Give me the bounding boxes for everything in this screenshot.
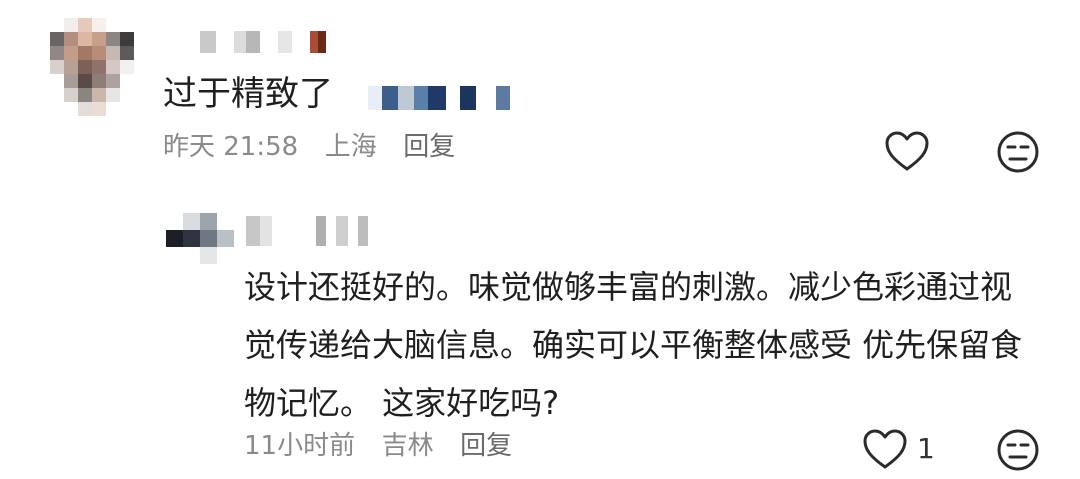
neutral-face-icon[interactable] xyxy=(996,130,1040,178)
avatar[interactable] xyxy=(50,18,134,116)
reply-button[interactable]: 回复 xyxy=(460,431,512,461)
reply-text: 设计还挺好的。味觉做够丰富的刺激。减少色彩通过视觉传递给大脑信息。确实可以平衡整… xyxy=(244,268,1023,422)
comment-location: 上海 xyxy=(324,132,377,162)
reply-location: 吉林 xyxy=(381,431,434,461)
comment-text: 过于精致了 xyxy=(163,74,333,114)
heart-outline-icon[interactable] xyxy=(862,428,908,474)
avatar[interactable] xyxy=(166,213,234,265)
heart-outline-icon[interactable] xyxy=(884,130,930,176)
username-censored[interactable] xyxy=(200,31,326,53)
comment-meta: 昨天 21:58 上海 回复 xyxy=(163,130,455,164)
reply-time: 11小时前 xyxy=(244,431,356,461)
comment-time: 昨天 21:58 xyxy=(163,132,299,162)
emoji-censored xyxy=(368,86,510,110)
like-count: 1 xyxy=(917,432,935,465)
username-censored[interactable] xyxy=(246,216,368,246)
reply-button[interactable]: 回复 xyxy=(403,132,455,162)
reply-meta: 11小时前 吉林 回复 xyxy=(244,429,512,463)
neutral-face-icon[interactable] xyxy=(996,428,1040,476)
